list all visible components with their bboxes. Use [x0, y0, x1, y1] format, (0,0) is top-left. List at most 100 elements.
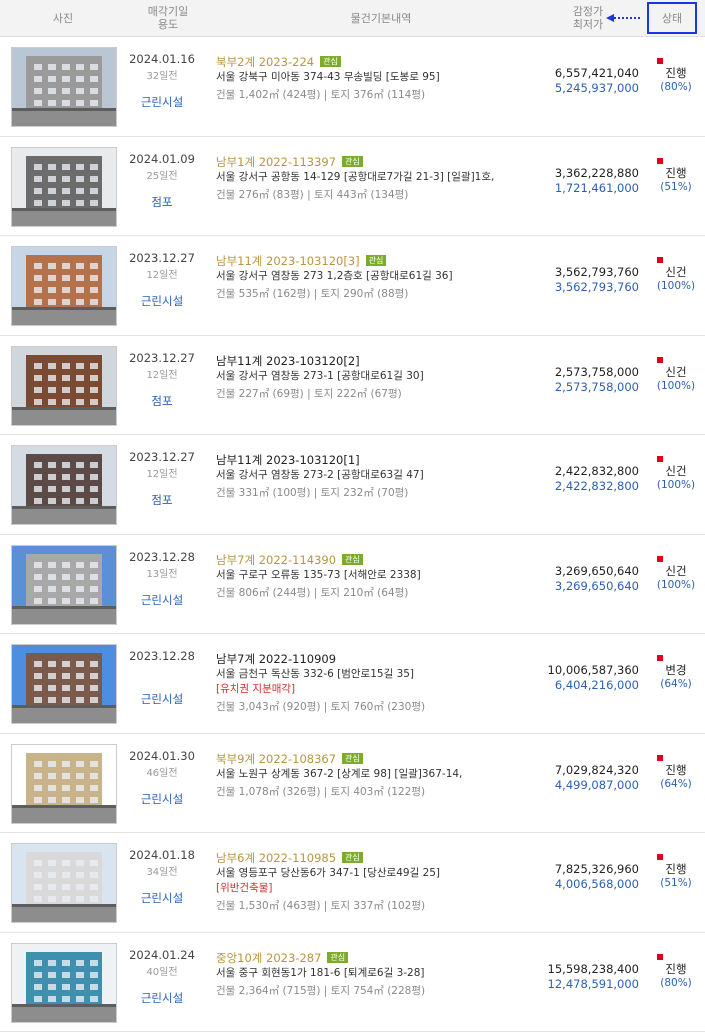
sale-date: 2024.01.30 — [120, 749, 204, 763]
list-item[interactable]: 2024.01.09 25일전 점포 남부1계 2022-113397관심 서울… — [0, 137, 705, 237]
property-usage[interactable]: 근린시설 — [120, 592, 204, 608]
warning-tag: [유치권 지분매각] — [216, 681, 295, 696]
property-usage[interactable]: 근린시설 — [120, 293, 204, 309]
area-info: 건물 535㎡ (162평) | 토지 290㎡ (88평) — [216, 286, 408, 301]
list-item[interactable]: 2023.12.28 근린시설 남부7계 2022-110909 서울 금천구 … — [0, 634, 705, 734]
table-header: 사진 매각기일 용도 물건기본내역 감정가 최저가 상태 — [0, 0, 705, 37]
status-flag-icon — [657, 456, 663, 462]
price-ratio: (64%) — [654, 678, 698, 690]
sale-date: 2023.12.27 — [120, 251, 204, 265]
case-number[interactable]: 남부7계 2022-110909 — [216, 651, 336, 667]
case-number[interactable]: 남부11계 2023-103120[2] — [216, 353, 360, 369]
list-item[interactable]: 2024.01.30 46일전 근린시설 북부9계 2022-108367관심 … — [0, 734, 705, 834]
address: 서울 금천구 독산동 332-6 [범안로15길 35] — [216, 666, 414, 681]
days-remaining: 40일전 — [120, 963, 204, 978]
property-usage[interactable]: 근린시설 — [120, 990, 204, 1006]
address: 서울 강서구 공항동 14-129 [공항대로7가길 21-3] [일괄]1호, — [216, 169, 494, 184]
address: 서울 노원구 상계동 367-2 [상계로 98] [일괄]367-14, — [216, 766, 462, 781]
property-photo[interactable] — [11, 744, 117, 824]
case-number[interactable]: 북부9계 2022-108367 관심 — [216, 751, 363, 767]
property-usage[interactable]: 근린시설 — [120, 791, 204, 807]
property-usage[interactable]: 근린시설 — [120, 691, 204, 707]
list-item[interactable]: 2024.01.16 32일전 근린시설 북부2계 2023-224관심 서울 … — [0, 37, 705, 137]
status-badge: 진행 — [654, 762, 698, 778]
days-remaining: 32일전 — [120, 67, 204, 82]
property-usage[interactable]: 근린시설 — [120, 94, 204, 110]
header-info-label: 물건기본내역 — [351, 12, 412, 25]
case-number-text[interactable]: 남부11계 2023-103120[2] — [216, 354, 360, 368]
price-ratio: (80%) — [654, 977, 698, 989]
header-minimum-label: 최저가 — [573, 18, 603, 31]
case-number[interactable]: 남부11계 2023-103120[1] — [216, 452, 360, 468]
property-photo[interactable] — [11, 246, 117, 326]
property-usage[interactable]: 점포 — [120, 492, 204, 508]
days-remaining: 12일전 — [120, 465, 204, 480]
case-number-text[interactable]: 남부11계 2023-103120[1] — [216, 453, 360, 467]
list-item[interactable]: 2024.01.24 40일전 근린시설 중앙10계 2023-287관심 서울… — [0, 933, 705, 1032]
status-badge: 진행 — [654, 861, 698, 877]
case-number-text[interactable]: 남부7계 2022-114390 — [216, 553, 336, 567]
property-usage[interactable]: 점포 — [120, 393, 204, 409]
case-number-text[interactable]: 남부7계 2022-110909 — [216, 652, 336, 666]
case-number-text[interactable]: 북부2계 2023-224 — [216, 55, 314, 69]
status-badge: 진행 — [654, 165, 698, 181]
area-info: 건물 806㎡ (244평) | 토지 210㎡ (64평) — [216, 585, 408, 600]
case-number[interactable]: 남부6계 2022-110985관심 — [216, 850, 363, 866]
address: 서울 강서구 염창동 273-2 [공항대로63길 47] — [216, 467, 424, 482]
list-item[interactable]: 2023.12.27 12일전 근린시설 남부11계 2023-103120[3… — [0, 236, 705, 336]
case-number[interactable]: 남부11계 2023-103120[3]관심 — [216, 253, 386, 269]
case-number-text[interactable]: 중앙10계 2023-287 — [216, 951, 321, 965]
property-usage[interactable]: 점포 — [120, 194, 204, 210]
case-number-text[interactable]: 남부11계 2023-103120[3] — [216, 254, 360, 268]
case-number-text[interactable]: 북부9계 2022-108367 — [216, 752, 336, 766]
sale-date: 2024.01.09 — [120, 152, 204, 166]
sale-date: 2024.01.18 — [120, 848, 204, 862]
address: 서울 구로구 오류동 135-73 [서해안로 2338] — [216, 567, 421, 582]
minimum-price: 3,269,650,640 — [555, 579, 639, 593]
list-item[interactable]: 2023.12.28 13일전 근린시설 남부7계 2022-114390관심 … — [0, 535, 705, 635]
property-photo[interactable] — [11, 47, 117, 127]
status-flag-icon — [657, 755, 663, 761]
price-ratio: (100%) — [654, 280, 698, 292]
property-photo[interactable] — [11, 147, 117, 227]
minimum-price: 2,573,758,000 — [555, 380, 639, 394]
sale-date: 2023.12.28 — [120, 550, 204, 564]
minimum-price: 5,245,937,000 — [555, 81, 639, 95]
case-number[interactable]: 남부1계 2022-113397관심 — [216, 154, 363, 170]
header-photo: 사진 — [10, 0, 116, 36]
area-info: 건물 1,402㎡ (424평) | 토지 376㎡ (114평) — [216, 87, 425, 102]
property-usage[interactable]: 근린시설 — [120, 890, 204, 906]
area-info: 건물 227㎡ (69평) | 토지 222㎡ (67평) — [216, 386, 402, 401]
sale-date: 2023.12.28 — [120, 649, 204, 663]
header-status-label: 상태 — [662, 12, 682, 25]
case-number[interactable]: 북부2계 2023-224관심 — [216, 54, 341, 70]
status-flag-icon — [657, 655, 663, 661]
property-photo[interactable] — [11, 644, 117, 724]
interest-badge: 관심 — [342, 753, 363, 764]
auction-list: 2024.01.16 32일전 근린시설 북부2계 2023-224관심 서울 … — [0, 37, 705, 1032]
property-photo[interactable] — [11, 843, 117, 923]
area-info: 건물 3,043㎡ (920평) | 토지 760㎡ (230평) — [216, 699, 425, 714]
price-ratio: (64%) — [654, 778, 698, 790]
list-item[interactable]: 2023.12.27 12일전 점포 남부11계 2023-103120[1] … — [0, 435, 705, 535]
property-photo[interactable] — [11, 445, 117, 525]
sale-date: 2023.12.27 — [120, 351, 204, 365]
header-date-usage[interactable]: 매각기일 용도 — [120, 0, 216, 36]
status-badge: 진행 — [654, 961, 698, 977]
price-ratio: (51%) — [654, 877, 698, 889]
header-status[interactable]: 상태 — [647, 2, 697, 34]
list-item[interactable]: 2023.12.27 12일전 점포 남부11계 2023-103120[2] … — [0, 336, 705, 436]
status-flag-icon — [657, 954, 663, 960]
property-photo[interactable] — [11, 545, 117, 625]
minimum-price: 12,478,591,000 — [548, 977, 639, 991]
case-number[interactable]: 남부7계 2022-114390관심 — [216, 552, 363, 568]
case-number[interactable]: 중앙10계 2023-287관심 — [216, 950, 348, 966]
appraisal-price: 2,573,758,000 — [555, 365, 639, 379]
sale-date: 2024.01.24 — [120, 948, 204, 962]
case-number-text[interactable]: 남부6계 2022-110985 — [216, 851, 336, 865]
case-number-text[interactable]: 남부1계 2022-113397 — [216, 155, 336, 169]
list-item[interactable]: 2024.01.18 34일전 근린시설 남부6계 2022-110985관심 … — [0, 833, 705, 933]
property-photo[interactable] — [11, 346, 117, 426]
status-badge: 진행 — [654, 65, 698, 81]
property-photo[interactable] — [11, 943, 117, 1023]
